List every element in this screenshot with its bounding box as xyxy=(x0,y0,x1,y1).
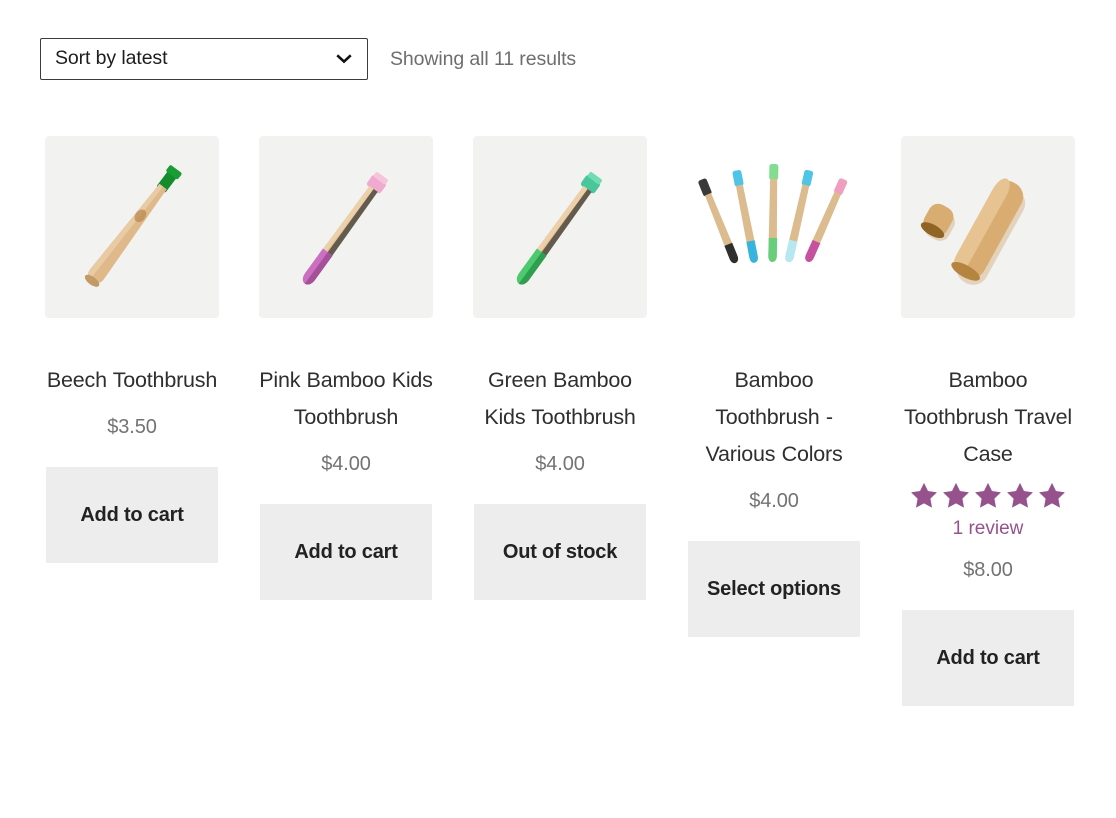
product-title[interactable]: Bamboo Toothbrush - Various Colors xyxy=(687,362,861,473)
review-count-link[interactable]: 1 review xyxy=(953,516,1024,542)
add-to-cart-button[interactable]: Add to cart xyxy=(260,504,432,600)
product-title[interactable]: Pink Bamboo Kids Toothbrush xyxy=(259,362,433,436)
add-to-cart-button[interactable]: Add to cart xyxy=(46,467,218,563)
pink-bamboo-kids-toothbrush-image[interactable] xyxy=(259,136,433,318)
star-icon xyxy=(1005,481,1035,510)
product-title[interactable]: Beech Toothbrush xyxy=(47,362,217,399)
bamboo-toothbrush-various-colors-image[interactable] xyxy=(687,136,861,318)
product-title[interactable]: Green Bamboo Kids Toothbrush xyxy=(473,362,647,436)
bamboo-toothbrush-travel-case-image[interactable] xyxy=(901,136,1075,318)
add-to-cart-button[interactable]: Add to cart xyxy=(902,610,1074,706)
product-card[interactable]: Beech Toothbrush $3.50 Add to cart xyxy=(45,136,219,563)
product-title[interactable]: Bamboo Toothbrush Travel Case xyxy=(901,362,1075,473)
product-price: $4.00 xyxy=(321,453,371,475)
product-card[interactable]: Green Bamboo Kids Toothbrush $4.00 Out o… xyxy=(473,136,647,600)
product-listing-page: Sort by latest Showing all 11 results Be… xyxy=(0,0,1116,818)
product-price: $4.00 xyxy=(535,453,585,475)
star-rating[interactable] xyxy=(909,481,1067,510)
out-of-stock-button[interactable]: Out of stock xyxy=(474,504,646,600)
star-icon xyxy=(941,481,971,510)
select-options-button[interactable]: Select options xyxy=(688,541,860,637)
star-icon xyxy=(973,481,1003,510)
chevron-down-icon xyxy=(335,50,353,68)
product-card[interactable]: Bamboo Toothbrush Travel Case 1 review $… xyxy=(901,136,1075,706)
listing-toolbar: Sort by latest Showing all 11 results xyxy=(40,0,1076,80)
sort-select[interactable]: Sort by latest xyxy=(40,38,368,80)
sort-select-value: Sort by latest xyxy=(55,47,168,70)
product-card[interactable]: Bamboo Toothbrush - Various Colors $4.00… xyxy=(687,136,861,637)
star-icon xyxy=(909,481,939,510)
product-grid: Beech Toothbrush $3.50 Add to cart Pink … xyxy=(40,136,1076,706)
product-card[interactable]: Pink Bamboo Kids Toothbrush $4.00 Add to… xyxy=(259,136,433,600)
star-icon xyxy=(1037,481,1067,510)
results-count: Showing all 11 results xyxy=(390,47,577,70)
green-bamboo-kids-toothbrush-image[interactable] xyxy=(473,136,647,318)
product-price: $8.00 xyxy=(963,559,1013,581)
beech-toothbrush-image[interactable] xyxy=(45,136,219,318)
product-price: $4.00 xyxy=(749,490,799,512)
product-price: $3.50 xyxy=(107,416,157,438)
